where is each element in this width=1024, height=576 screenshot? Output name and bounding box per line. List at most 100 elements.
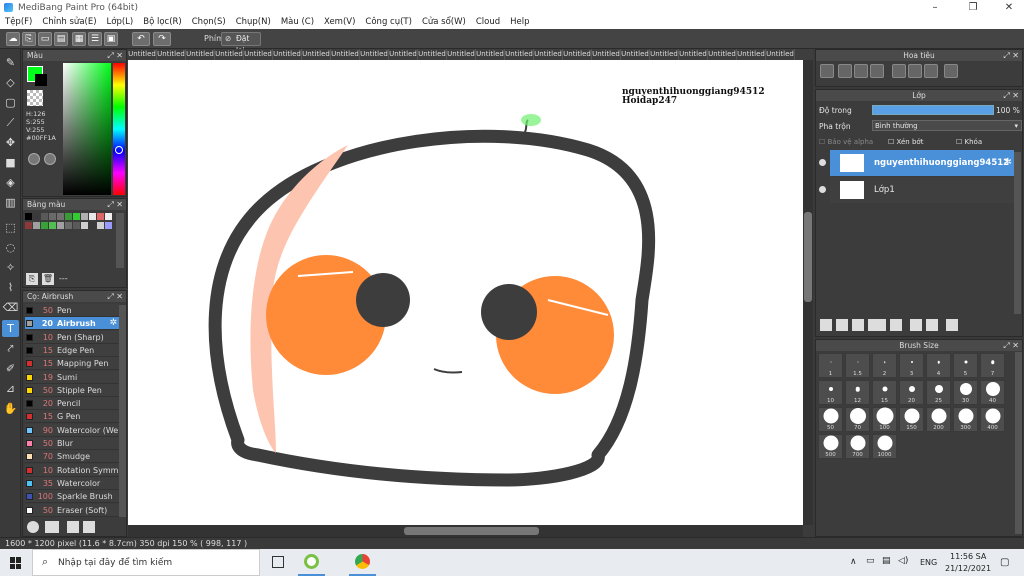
brush-size-cell[interactable]: 10 xyxy=(818,380,843,405)
volume-icon[interactable]: ◁) xyxy=(898,556,908,566)
menu-item-1[interactable]: Chỉnh sửa(E) xyxy=(37,17,101,27)
palette-swatch[interactable] xyxy=(25,213,32,220)
rotate-right-icon[interactable] xyxy=(924,64,938,78)
palette-swatch[interactable] xyxy=(73,222,80,229)
brush-size-cell[interactable]: 50 xyxy=(818,407,843,432)
palette-swatch[interactable] xyxy=(89,213,96,220)
brush-item[interactable]: 10 Pen (Sharp) xyxy=(25,330,119,344)
brush-item[interactable]: 20 Airbrush ✲ xyxy=(25,317,119,331)
operation-tool-icon[interactable]: ⤤ xyxy=(2,340,19,357)
tab-untitled[interactable]: Untitled xyxy=(273,49,302,60)
brush-item[interactable]: 15 G Pen xyxy=(25,410,119,424)
menu-item-11[interactable]: Help xyxy=(505,17,534,27)
brush-item[interactable]: 35 Watercolor xyxy=(25,476,119,490)
new-file-icon[interactable]: ⎘ xyxy=(22,32,36,46)
tab-untitled[interactable]: Untitled xyxy=(128,49,157,60)
chevron-up-icon[interactable]: ∧ xyxy=(850,557,857,567)
select-pen-tool-icon[interactable]: ⌇ xyxy=(2,279,19,296)
tab-untitled[interactable]: Untitled xyxy=(447,49,476,60)
vertical-scrollbar[interactable] xyxy=(803,60,813,525)
brush-size-cell[interactable]: 100 xyxy=(872,407,897,432)
brush-item[interactable]: 15 Edge Pen xyxy=(25,343,119,357)
actual-size-icon[interactable] xyxy=(854,64,868,78)
eraser-tool-icon[interactable]: ◇ xyxy=(2,74,19,91)
gradient-tool-icon[interactable]: ▥ xyxy=(2,194,19,211)
brush-size-cell[interactable]: 4 xyxy=(926,353,951,378)
brush-size-cell[interactable]: 30 xyxy=(953,380,978,405)
task-view-icon[interactable] xyxy=(272,556,284,568)
tab-untitled[interactable]: Untitled xyxy=(476,49,505,60)
brush-item[interactable]: 50 Stipple Pen xyxy=(25,383,119,397)
brush-size-scrollbar[interactable] xyxy=(1015,352,1022,534)
minimize-button[interactable]: – xyxy=(920,0,950,15)
gear-icon[interactable]: ✲ xyxy=(109,317,117,330)
brush-size-cell[interactable]: 300 xyxy=(953,407,978,432)
add-8bit-layer-icon[interactable] xyxy=(852,319,864,331)
flip-icon[interactable] xyxy=(944,64,958,78)
palette-swatch[interactable] xyxy=(81,222,88,229)
chrome-taskbar-icon[interactable] xyxy=(355,554,370,569)
palette-swatch[interactable] xyxy=(33,222,40,229)
tab-untitled[interactable]: Untitled xyxy=(650,49,679,60)
opacity-slider[interactable] xyxy=(872,105,994,115)
menu-item-4[interactable]: Chọn(S) xyxy=(187,17,231,27)
brush-size-cell[interactable]: 20 xyxy=(899,380,924,405)
tab-untitled[interactable]: Untitled xyxy=(505,49,534,60)
brush-item[interactable]: 19 Sumi xyxy=(25,370,119,384)
tab-untitled[interactable]: Untitled xyxy=(679,49,708,60)
transparent-color-swatch[interactable] xyxy=(27,90,43,106)
brush-size-cell[interactable]: 500 xyxy=(818,434,843,459)
palette-swatch[interactable] xyxy=(41,222,48,229)
brush-size-cell[interactable]: 40 xyxy=(980,380,1005,405)
close-icon[interactable]: ⤢ ✕ xyxy=(107,199,123,210)
brush-size-cell[interactable]: 700 xyxy=(845,434,870,459)
copy-brush-icon[interactable] xyxy=(67,521,79,533)
color-wheel-icon[interactable] xyxy=(28,153,40,165)
redo-icon[interactable]: ↷ xyxy=(153,32,171,46)
close-icon[interactable]: ⤢ ✕ xyxy=(1003,50,1019,61)
add-layer-icon[interactable] xyxy=(820,319,832,331)
brush-size-cell[interactable]: 400 xyxy=(980,407,1005,432)
battery-icon[interactable]: ▭ xyxy=(866,556,875,566)
palette-swatch[interactable] xyxy=(97,213,104,220)
menu-item-7[interactable]: Xem(V) xyxy=(319,17,360,27)
eyedropper-tool-icon[interactable]: ⊿ xyxy=(2,380,19,397)
clock-time[interactable]: 11:56 SA xyxy=(950,552,986,561)
brush-size-cell[interactable]: 3 xyxy=(899,353,924,378)
tab-untitled[interactable]: Untitled xyxy=(766,49,795,60)
tab-untitled[interactable]: Untitled xyxy=(534,49,563,60)
palette-swatch[interactable] xyxy=(81,213,88,220)
palette-swatch[interactable] xyxy=(57,213,64,220)
palette-swatch[interactable] xyxy=(105,213,112,220)
layer-folder-icon[interactable] xyxy=(890,319,902,331)
tab-untitled[interactable]: Untitled xyxy=(737,49,766,60)
zoom-out-icon[interactable] xyxy=(870,64,884,78)
brush-size-cell[interactable]: 150 xyxy=(899,407,924,432)
brush-item[interactable]: 15 Mapping Pen xyxy=(25,357,119,371)
brush-item[interactable]: 10 Rotation Symm xyxy=(25,463,119,477)
brush-size-cell[interactable]: 2 xyxy=(872,353,897,378)
tab-untitled[interactable]: Untitled xyxy=(157,49,186,60)
lasso-tool-icon[interactable]: ◌ xyxy=(2,239,19,256)
fit-window-icon[interactable] xyxy=(908,64,922,78)
brush-size-cell[interactable]: 15 xyxy=(872,380,897,405)
brush-size-cell[interactable]: 7 xyxy=(980,353,1005,378)
menu-item-2[interactable]: Lớp(L) xyxy=(102,17,139,27)
horizontal-scrollbar[interactable] xyxy=(128,525,803,537)
delete-layer-icon[interactable] xyxy=(946,319,958,331)
tab-untitled[interactable]: Untitled xyxy=(215,49,244,60)
saturation-value-picker[interactable] xyxy=(63,63,111,195)
vertical-scroll-thumb[interactable] xyxy=(804,212,812,302)
background-color-swatch[interactable] xyxy=(35,74,47,86)
palette-swatch[interactable] xyxy=(65,222,72,229)
bucket-tool-icon[interactable]: ◈ xyxy=(2,174,19,191)
brush-item[interactable]: 70 Smudge xyxy=(25,450,119,464)
divide-tool-icon[interactable]: ✐ xyxy=(2,360,19,377)
add-halftone-layer-icon[interactable] xyxy=(836,319,848,331)
delete-palette-icon[interactable]: 🗑 xyxy=(42,273,54,285)
palette-swatch[interactable] xyxy=(33,213,40,220)
zoom-in-icon[interactable] xyxy=(838,64,852,78)
close-icon[interactable]: ⤢ ✕ xyxy=(1003,340,1019,351)
save-icon[interactable]: ▤ xyxy=(54,32,68,46)
tab-untitled[interactable]: Untitled xyxy=(360,49,389,60)
